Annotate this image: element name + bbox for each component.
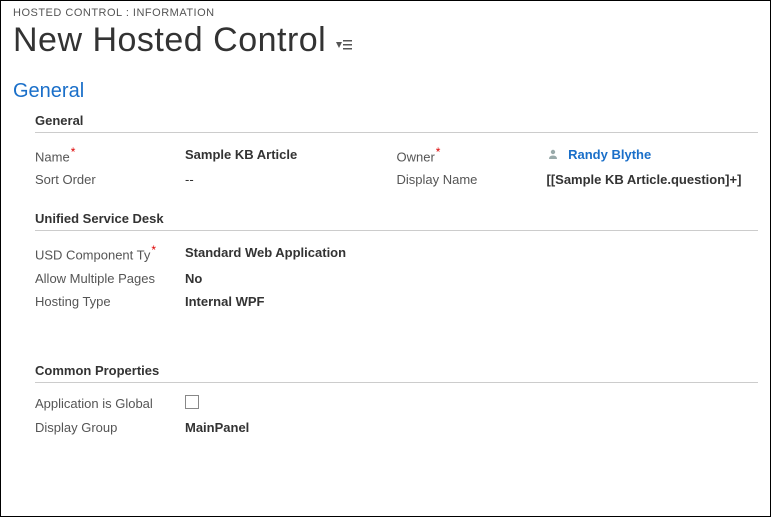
display-name-label: Display Name [397, 172, 547, 187]
subsection-title-general: General [35, 113, 758, 133]
usd-component-label: USD Component Ty* [35, 243, 185, 262]
hosting-type-value[interactable]: Internal WPF [185, 294, 397, 309]
display-name-value[interactable]: [[Sample KB Article.question]+] [547, 172, 759, 187]
owner-link[interactable]: Randy Blythe [568, 147, 651, 162]
subsection-general: General Name* Sample KB Article Owner* [35, 113, 758, 191]
owner-value[interactable]: Randy Blythe [547, 147, 759, 162]
checkbox-icon[interactable] [185, 395, 199, 409]
display-group-value[interactable]: MainPanel [185, 420, 397, 435]
form-frame: HOSTED CONTROL : INFORMATION New Hosted … [0, 0, 771, 517]
title-bar: New Hosted Control [13, 21, 758, 60]
app-global-label: Application is Global [35, 396, 185, 411]
required-icon: * [436, 145, 441, 159]
name-label: Name* [35, 145, 185, 164]
usd-component-value[interactable]: Standard Web Application [185, 245, 397, 260]
required-icon: * [151, 243, 156, 257]
display-group-label: Display Group [35, 420, 185, 435]
sort-order-value[interactable]: -- [185, 172, 397, 187]
subsection-usd: Unified Service Desk USD Component Ty* S… [35, 211, 758, 312]
name-value[interactable]: Sample KB Article [185, 147, 397, 162]
owner-label: Owner* [397, 145, 547, 164]
allow-multi-value[interactable]: No [185, 271, 397, 286]
subsection-title-common: Common Properties [35, 363, 758, 383]
subsection-common: Common Properties Application is Global … [35, 363, 758, 439]
page-title: New Hosted Control [13, 21, 326, 60]
allow-multi-label: Allow Multiple Pages [35, 271, 185, 286]
app-global-value[interactable] [185, 395, 397, 412]
required-icon: * [71, 145, 76, 159]
sort-order-label: Sort Order [35, 172, 185, 187]
title-menu-icon[interactable] [336, 39, 352, 55]
subsection-title-usd: Unified Service Desk [35, 211, 758, 231]
person-icon [547, 148, 559, 160]
breadcrumb: HOSTED CONTROL : INFORMATION [13, 7, 758, 19]
section-heading-general: General [13, 80, 758, 103]
hosting-type-label: Hosting Type [35, 294, 185, 309]
